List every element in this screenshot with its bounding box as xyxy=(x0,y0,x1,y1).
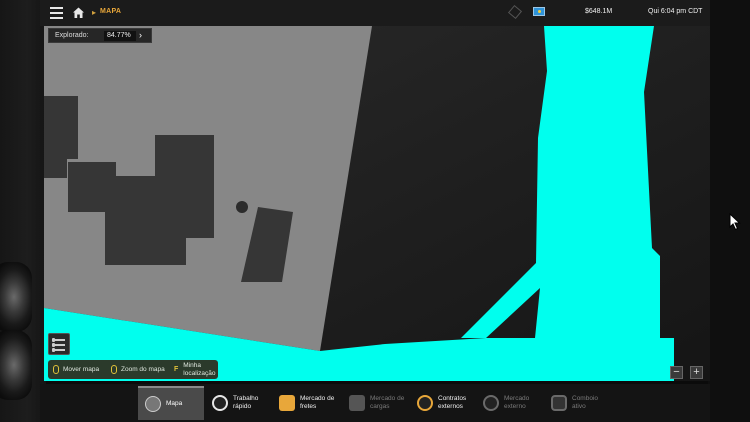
world-map[interactable] xyxy=(44,26,710,381)
tab-label: Mercado externo xyxy=(504,395,530,410)
truck-tire-image xyxy=(0,330,32,400)
external-contracts-icon xyxy=(417,395,433,411)
external-market-icon xyxy=(483,395,499,411)
freight-market-icon xyxy=(279,395,295,411)
tab-mapa[interactable]: Mapa xyxy=(138,386,204,420)
zoom-in-button[interactable]: + xyxy=(690,366,703,379)
tab-comboio-ativo[interactable]: Comboio ativo xyxy=(544,386,610,420)
zoom-out-button[interactable]: − xyxy=(670,366,683,379)
map-icon xyxy=(145,396,161,412)
quick-job-icon xyxy=(212,395,228,411)
map-legend-button[interactable] xyxy=(48,333,70,355)
home-icon[interactable] xyxy=(72,6,85,19)
hint-move-map: Mover mapa xyxy=(53,360,99,379)
hint-label: Minha localização xyxy=(183,361,216,377)
convoy-icon xyxy=(551,395,567,411)
country-flag-icon xyxy=(533,7,545,16)
explored-expand-icon[interactable]: › xyxy=(139,30,142,40)
tab-mercado-de-fretes[interactable]: Mercado de fretes xyxy=(272,386,342,420)
tab-label: Comboio ativo xyxy=(572,395,599,410)
background-right xyxy=(708,0,750,422)
explored-value: 84.77% xyxy=(104,31,136,41)
f-key-icon: F xyxy=(174,365,179,373)
explored-label: Explorado: xyxy=(55,32,89,39)
mouse-wheel-icon xyxy=(111,365,117,374)
tab-trabalho-rapido[interactable]: Trabalho rápido xyxy=(205,386,271,420)
tab-label: Mercado de cargas xyxy=(370,395,405,410)
tab-mercado-externo[interactable]: Mercado externo xyxy=(476,386,542,420)
breadcrumb: MAPA xyxy=(100,8,122,15)
explored-indicator: Explorado: 84.77% › xyxy=(48,28,152,43)
tab-mercado-de-cargas[interactable]: Mercado de cargas xyxy=(342,386,408,420)
truck-tire-image xyxy=(0,262,32,332)
hint-label: Mover mapa xyxy=(63,366,100,373)
game-clock: Qui 6:04 pm CDT xyxy=(648,8,703,15)
cargo-market-icon xyxy=(349,395,365,411)
tab-label: Mapa xyxy=(166,400,183,407)
tab-label: Contratos externos xyxy=(438,395,467,410)
top-bar: ▸ MAPA $648.1M Qui 6:04 pm CDT xyxy=(40,0,710,26)
hint-label: Zoom do mapa xyxy=(121,366,165,373)
tab-contratos-externos[interactable]: Contratos externos xyxy=(410,386,476,420)
mouse-left-icon xyxy=(53,365,59,374)
map-canvas xyxy=(44,26,710,381)
mouse-cursor-icon xyxy=(729,213,741,231)
hint-my-location: F Minha localização xyxy=(174,360,215,379)
tab-label: Mercado de fretes xyxy=(300,395,335,410)
menu-icon[interactable] xyxy=(50,7,63,19)
money-balance: $648.1M xyxy=(585,8,613,15)
breadcrumb-arrow-icon: ▸ xyxy=(92,8,97,17)
tab-label: Trabalho rápido xyxy=(233,395,259,410)
map-location-marker xyxy=(236,201,248,213)
decoration-icon xyxy=(507,4,523,20)
hint-zoom-map: Zoom do mapa xyxy=(111,360,165,379)
control-hints: Mover mapa Zoom do mapa F Minha localiza… xyxy=(48,360,218,379)
